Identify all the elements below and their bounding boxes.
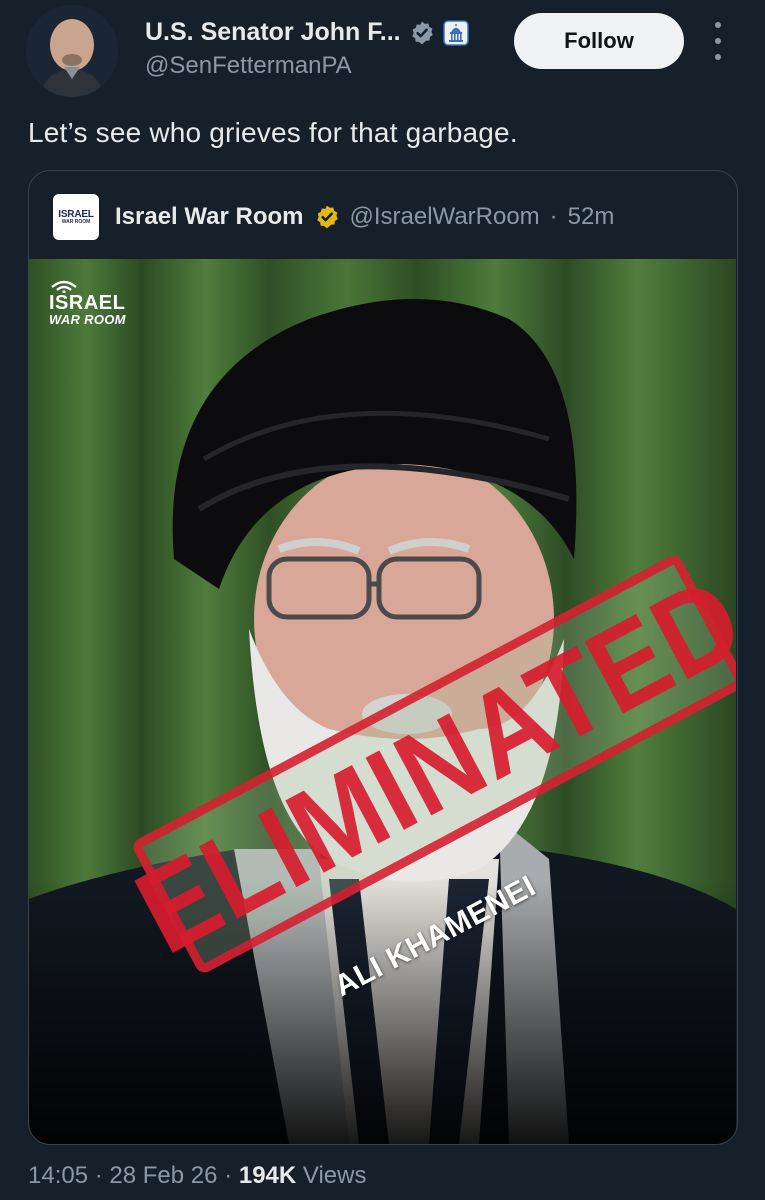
tweet-page: U.S. Senator John F... @SenFettermanPA F… — [0, 0, 765, 1200]
views-count: 194K — [238, 1162, 297, 1189]
quoted-author-handle[interactable]: @IsraelWarRoom — [350, 203, 540, 231]
quoted-tweet-card[interactable]: ISRAEL WAR ROOM Israel War Room @IsraelW… — [28, 170, 738, 1145]
quoted-separator: · — [549, 203, 558, 230]
gold-verified-badge-icon — [316, 205, 338, 229]
author-avatar[interactable] — [26, 5, 118, 97]
capitol-badge-icon — [442, 19, 469, 46]
more-options-icon[interactable] — [706, 22, 730, 60]
views-label: Views — [302, 1162, 367, 1189]
follow-button[interactable]: Follow — [514, 13, 684, 69]
tweet-text: Let’s see who grieves for that garbage. — [28, 117, 518, 148]
quoted-author-name[interactable]: Israel War Room — [115, 203, 304, 231]
israel-war-room-logo: ISRAEL WAR ROOM — [49, 277, 126, 326]
tweet-date[interactable]: 28 Feb 26 — [109, 1162, 217, 1189]
quoted-author-avatar[interactable]: ISRAEL WAR ROOM — [53, 194, 99, 240]
author-handle[interactable]: @SenFettermanPA — [145, 52, 352, 80]
author-display-name[interactable]: U.S. Senator John F... — [145, 18, 401, 47]
author-name-row: U.S. Senator John F... — [145, 18, 469, 47]
quoted-tweet-header: ISRAEL WAR ROOM Israel War Room @IsraelW… — [53, 193, 614, 241]
tweet-metadata: 14:05 · 28 Feb 26 · 194K Views — [28, 1162, 367, 1189]
tweet-time[interactable]: 14:05 — [28, 1162, 88, 1189]
quoted-tweet-image[interactable]: ISRAEL WAR ROOM ELIMINATED ALI KHAMENEI — [29, 259, 736, 1144]
wifi-logo-icon — [51, 280, 77, 293]
quoted-time[interactable]: 52m — [568, 203, 615, 231]
verified-badge-icon — [411, 21, 433, 44]
